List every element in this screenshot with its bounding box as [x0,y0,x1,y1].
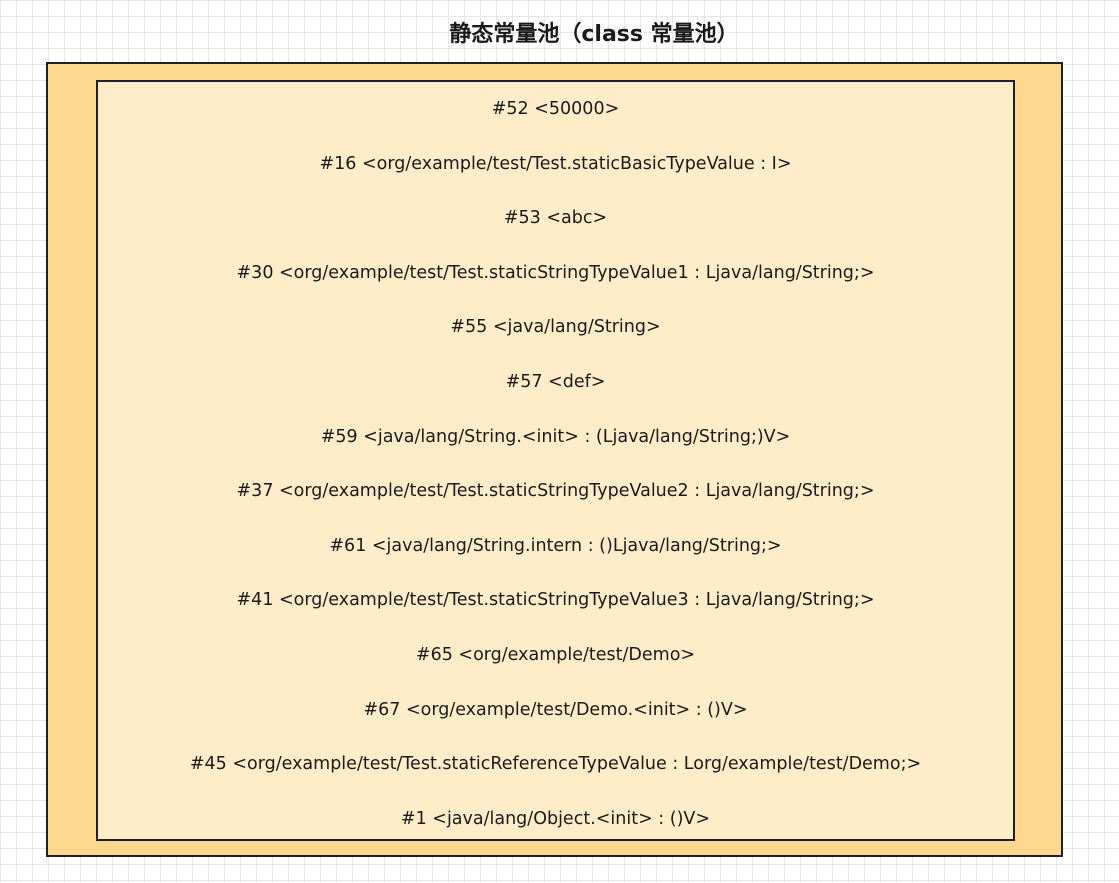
constant-pool-entry: #65 <org/example/test/Demo> [415,645,696,665]
diagram-title: 静态常量池（class 常量池） [449,22,739,47]
constant-pool-entry: #53 <abc> [503,208,608,228]
constant-pool-entry: #52 <50000> [491,99,620,119]
constant-pool-entry: #67 <org/example/test/Demo.<init> : ()V> [363,700,748,720]
constant-pool-entry: #41 <org/example/test/Test.staticStringT… [236,590,875,610]
constant-pool-entry: #1 <java/lang/Object.<init> : ()V> [400,809,711,829]
constant-pool-entry: #30 <org/example/test/Test.staticStringT… [236,263,875,283]
constant-pool-entry: #37 <org/example/test/Test.staticStringT… [236,481,875,501]
constant-pool-entry: #59 <java/lang/String.<init> : (Ljava/la… [320,427,791,447]
constant-pool-entry: #57 <def> [505,372,606,392]
constant-pool-inner-box: #52 <50000> #16 <org/example/test/Test.s… [96,80,1015,841]
constant-pool-entry: #55 <java/lang/String> [450,317,661,337]
constant-pool-entry: #16 <org/example/test/Test.staticBasicTy… [319,154,792,174]
constant-pool-entry: #61 <java/lang/String.intern : ()Ljava/l… [329,536,782,556]
constant-pool-entry: #45 <org/example/test/Test.staticReferen… [189,754,922,774]
